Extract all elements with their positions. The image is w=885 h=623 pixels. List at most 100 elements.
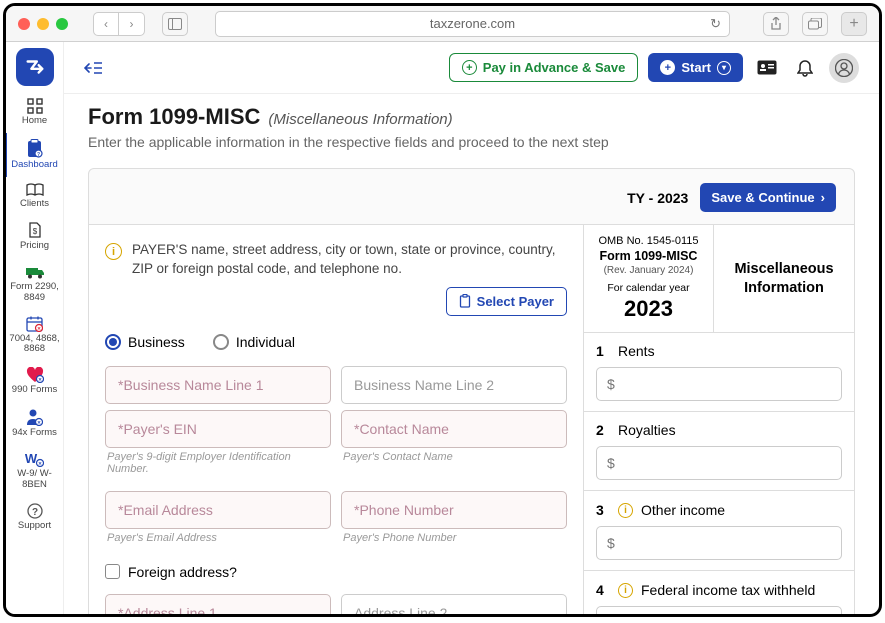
sidebar-label: Form 2290, 8849 (7, 282, 63, 304)
sidebar-item-clients[interactable]: Clients (7, 177, 63, 216)
fed-tax-withheld-input[interactable] (596, 606, 842, 614)
box-number: 3 (596, 502, 610, 518)
window-minimize[interactable] (37, 18, 49, 30)
radio-business[interactable]: Business (105, 334, 185, 350)
sidebar-item-form2290[interactable]: Form 2290, 8849 (7, 258, 63, 310)
sidebar-collapse-icon[interactable] (84, 61, 102, 75)
sidebar-label: Home (22, 116, 47, 127)
irs-form-name: Form 1099-MISC (594, 249, 703, 263)
address-2-input[interactable] (341, 594, 567, 614)
payer-ein-input[interactable] (105, 410, 331, 448)
email-input[interactable] (105, 491, 331, 529)
save-continue-button[interactable]: Save & Continue › (700, 183, 836, 212)
omb-number: OMB No. 1545-0115 (594, 235, 703, 247)
sidebar-item-support[interactable]: ? Support (7, 497, 63, 538)
chevron-down-icon: ▾ (717, 61, 731, 75)
rents-input[interactable] (596, 367, 842, 401)
help-icon: ? (27, 503, 43, 519)
phone-hint: Payer's Phone Number (343, 532, 567, 544)
heart-icon: ✕ (26, 367, 44, 383)
page-title: Form 1099-MISC (88, 104, 260, 130)
tabs-button[interactable] (802, 12, 828, 36)
payer-note: PAYER'S name, street address, city or to… (132, 241, 567, 279)
contact-hint: Payer's Contact Name (343, 451, 567, 463)
sidebar-item-w9[interactable]: W✕ W-9/ W-8BEN (7, 445, 63, 497)
sidebar-label: Dashboard (11, 160, 57, 171)
payer-form: i PAYER'S name, street address, city or … (89, 225, 584, 614)
sidebar-label: 7004, 4868, 8868 (7, 334, 63, 356)
radio-business-label: Business (128, 334, 185, 350)
sidebar-label: 94x Forms (12, 428, 57, 439)
box-label: Federal income tax withheld (641, 582, 815, 598)
radio-individual[interactable]: Individual (213, 334, 295, 350)
bell-icon[interactable] (791, 54, 819, 82)
sidebar-label: W-9/ W-8BEN (7, 469, 63, 491)
sidebar-item-pricing[interactable]: $ Pricing (7, 216, 63, 258)
sidebar-label: Support (18, 521, 51, 532)
info-icon[interactable]: i (618, 583, 633, 598)
start-label: Start (681, 60, 711, 75)
foreign-address-checkbox[interactable] (105, 564, 120, 579)
business-name-1-input[interactable] (105, 366, 331, 404)
new-tab-button[interactable]: + (841, 12, 867, 36)
address-1-input[interactable] (105, 594, 331, 614)
sidebar-label: 990 Forms (12, 385, 57, 396)
truck-icon (25, 264, 45, 280)
pay-advance-button[interactable]: + Pay in Advance & Save (449, 53, 639, 82)
svg-text:✕: ✕ (38, 461, 42, 466)
foreign-address-label: Foreign address? (128, 564, 237, 580)
svg-text:✕: ✕ (37, 326, 41, 331)
sidebar-item-dashboard[interactable]: ? Dashboard (4, 133, 63, 177)
book-icon (26, 183, 44, 197)
window-close[interactable] (18, 18, 30, 30)
select-payer-button[interactable]: Select Payer (446, 287, 567, 316)
contact-name-input[interactable] (341, 410, 567, 448)
browser-back-button[interactable]: ‹ (93, 12, 119, 36)
app-sidebar: Home ? Dashboard Clients $ Pricing (6, 42, 64, 614)
reload-icon[interactable]: ↻ (710, 16, 721, 32)
share-button[interactable] (763, 12, 789, 36)
box-4-fed-tax: 4 i Federal income tax withheld (584, 571, 854, 614)
id-card-icon[interactable] (753, 54, 781, 82)
browser-titlebar: ‹ › taxzerone.com ↻ + (6, 6, 879, 42)
start-button[interactable]: + Start ▾ (648, 53, 743, 82)
info-icon[interactable]: i (618, 503, 633, 518)
svg-text:$: $ (32, 227, 37, 236)
other-income-input[interactable] (596, 526, 842, 560)
sidebar-label: Clients (20, 199, 49, 210)
royalties-input[interactable] (596, 446, 842, 480)
email-hint: Payer's Email Address (107, 532, 331, 544)
clipboard-icon: ? (26, 139, 43, 158)
save-continue-label: Save & Continue (711, 190, 814, 205)
svg-text:?: ? (37, 152, 40, 158)
radio-checked-icon (105, 334, 121, 350)
irs-box-meta: OMB No. 1545-0115 Form 1099-MISC (Rev. J… (584, 225, 714, 332)
irs-box-title: Miscellaneous Information (714, 225, 854, 332)
sidebar-item-94x[interactable]: ✕ 94x Forms (7, 402, 63, 445)
box-number: 4 (596, 582, 610, 598)
phone-input[interactable] (341, 491, 567, 529)
w-icon: W✕ (25, 451, 44, 467)
sidebar-item-home[interactable]: Home (7, 92, 63, 133)
irs-box-column: OMB No. 1545-0115 Form 1099-MISC (Rev. J… (584, 225, 854, 614)
user-avatar[interactable] (829, 53, 859, 83)
business-name-2-input[interactable] (341, 366, 567, 404)
grid-icon (27, 98, 43, 114)
clipboard-icon (459, 294, 471, 308)
window-zoom[interactable] (56, 18, 68, 30)
box-label: Royalties (618, 422, 676, 438)
page-content: Form 1099-MISC (Miscellaneous Informatio… (64, 94, 879, 614)
box-2-royalties: 2 Royalties (584, 412, 854, 491)
radio-individual-label: Individual (236, 334, 295, 350)
app-logo[interactable] (16, 48, 54, 86)
svg-text:W: W (25, 451, 38, 466)
box-number: 1 (596, 343, 610, 359)
sidebar-item-990[interactable]: ✕ 990 Forms (7, 361, 63, 402)
box-label: Other income (641, 502, 725, 518)
browser-sidebar-toggle[interactable] (162, 12, 188, 36)
calendar-year-label: For calendar year (594, 282, 703, 294)
browser-url-bar[interactable]: taxzerone.com ↻ (215, 11, 730, 37)
browser-forward-button[interactable]: › (119, 12, 145, 36)
person-icon: ✕ (26, 408, 43, 426)
sidebar-item-7004[interactable]: ✕ 7004, 4868, 8868 (7, 310, 63, 362)
